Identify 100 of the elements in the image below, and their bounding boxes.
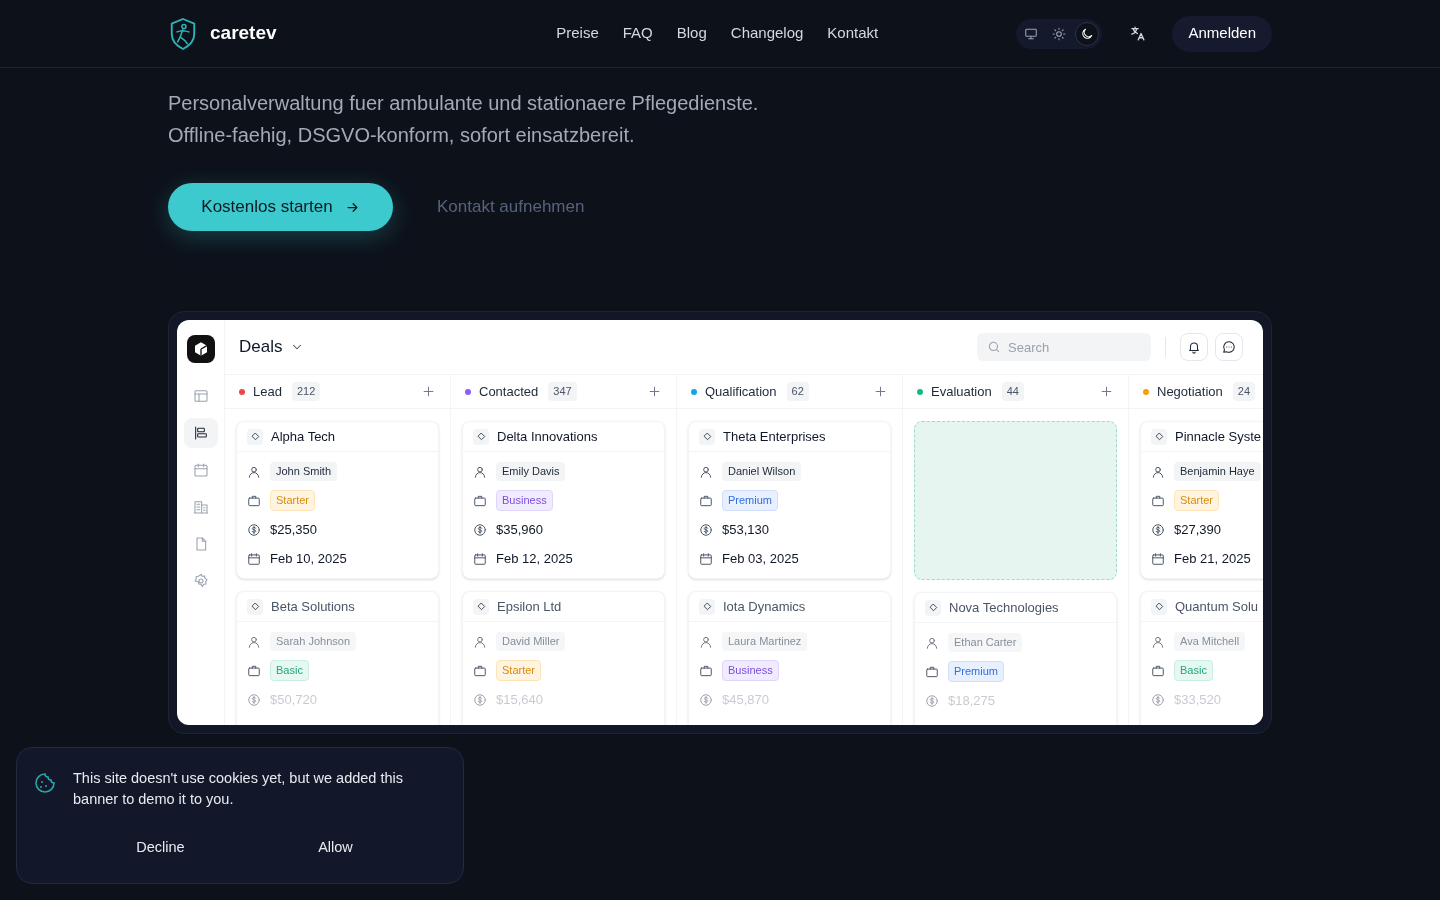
contact-tag: Benjamin Haye [1174,462,1261,481]
search-icon [987,340,1001,354]
calendar-icon [699,551,713,566]
bell-icon [1187,340,1201,354]
monitor-icon [1024,26,1039,41]
hero-text-line: Personalverwaltung fuer ambulante und stationaere Pflegedienste. [168,91,760,116]
user-icon [1151,634,1165,649]
moon-icon [1080,26,1095,41]
kanban-icon [192,425,209,441]
deal-amount: $25,350 [270,520,317,539]
plan-tag: Business [722,660,779,681]
layout-icon [192,388,209,404]
user-icon [925,635,939,650]
nav-link[interactable]: Preise [556,22,599,45]
plus-icon [873,384,888,399]
plan-tag: Basic [270,660,309,681]
company-name: Beta Solutions [271,597,355,616]
search-field[interactable]: Search [977,333,1151,361]
user-icon [699,464,713,479]
column-title: Evaluation [931,382,992,401]
nav-link[interactable]: FAQ [622,22,653,45]
sun-icon [1052,26,1067,41]
cookie-icon [33,771,57,795]
briefcase-icon [1151,663,1165,678]
user-icon [247,634,261,649]
deal-amount: $53,130 [722,520,769,539]
dollar-icon [247,522,261,537]
messages-button[interactable] [1215,333,1243,361]
start-free-button[interactable]: Kostenlos starten [168,183,393,231]
add-card-button[interactable] [1099,384,1114,399]
company-name: Quantum Solu [1175,597,1259,616]
user-icon [1151,464,1165,479]
company-name: Iota Dynamics [723,597,806,616]
dollar-icon [1151,692,1165,707]
cookie-action-button[interactable]: Decline [73,833,248,863]
deal-amount: $27,390 [1174,520,1221,539]
contact-tag: David Miller [496,632,566,651]
deal-date: Feb 12, 2025 [496,549,573,568]
notifications-button[interactable] [1180,333,1208,361]
sidebar-nav-item[interactable] [183,418,218,448]
briefcase-icon [925,664,939,679]
user-icon [699,634,713,649]
nav-link[interactable]: Kontakt [827,22,879,45]
plan-tag: Basic [1174,660,1213,681]
nav-link[interactable]: Changelog [730,22,804,45]
company-name: Delta Innovations [497,427,598,446]
cookie-action-button[interactable]: Allow [248,833,423,863]
deal-amount: $50,720 [270,690,317,709]
contact-tag: Ethan Carter [948,633,1023,652]
deal-amount: $15,640 [496,690,543,709]
brand-name[interactable]: caretev [210,19,277,48]
briefcase-icon [1151,493,1165,508]
briefcase-icon [247,663,261,678]
dollar-icon [473,692,487,707]
briefcase-icon [473,493,487,508]
deal-date: Feb 10, 2025 [270,549,347,568]
column-title: Qualification [705,382,777,401]
user-icon [247,464,261,479]
user-icon [473,634,487,649]
shield-logo-icon [168,16,198,51]
count-badge: 24 [1232,382,1256,401]
deal-amount: $33,520 [1174,690,1221,709]
hero-text-line: Offline-faehig, DSGVO-konform, sofort einsatzbereit. [168,123,636,148]
user-icon [473,464,487,479]
page-title: Deals [239,336,283,359]
briefcase-icon [473,663,487,678]
contact-tag: Ava Mitchell [1174,632,1246,651]
count-badge: 44 [1001,382,1024,401]
add-card-button[interactable] [421,384,436,399]
column-title: Negotiation [1157,382,1223,401]
contact-tag: John Smith [270,462,338,481]
dollar-icon [247,692,261,707]
company-name: Epsilon Ltd [497,597,562,616]
plus-icon [421,384,436,399]
briefcase-icon [699,493,713,508]
plan-tag: Premium [948,661,1004,682]
company-name: Pinnacle Syste [1175,427,1261,446]
briefcase-icon [699,663,713,678]
dollar-icon [473,522,487,537]
contact-tag: Laura Martinez [722,632,808,651]
theme-dark-button[interactable] [1075,21,1100,46]
dollar-icon [699,692,713,707]
plus-icon [1099,384,1114,399]
company-name: Nova Technologies [949,598,1059,617]
column-title: Lead [253,382,282,401]
plan-tag: Business [496,490,553,511]
plan-tag: Starter [1174,490,1219,511]
building-icon [192,499,209,515]
plan-tag: Starter [270,490,315,511]
login-button[interactable]: Anmelden [1172,15,1272,52]
calendar-icon [1151,551,1165,566]
count-badge: 62 [786,382,809,401]
deal-amount: $18,275 [948,691,995,710]
add-card-button[interactable] [873,384,888,399]
dollar-icon [699,522,713,537]
translate-icon [1128,25,1146,42]
add-card-button[interactable] [647,384,662,399]
nav-link[interactable]: Blog [676,22,707,45]
column-title: Contacted [479,382,539,401]
cookie-message: This site doesn't use cookies yet, but we added this banner to demo it to you. [73,769,404,809]
